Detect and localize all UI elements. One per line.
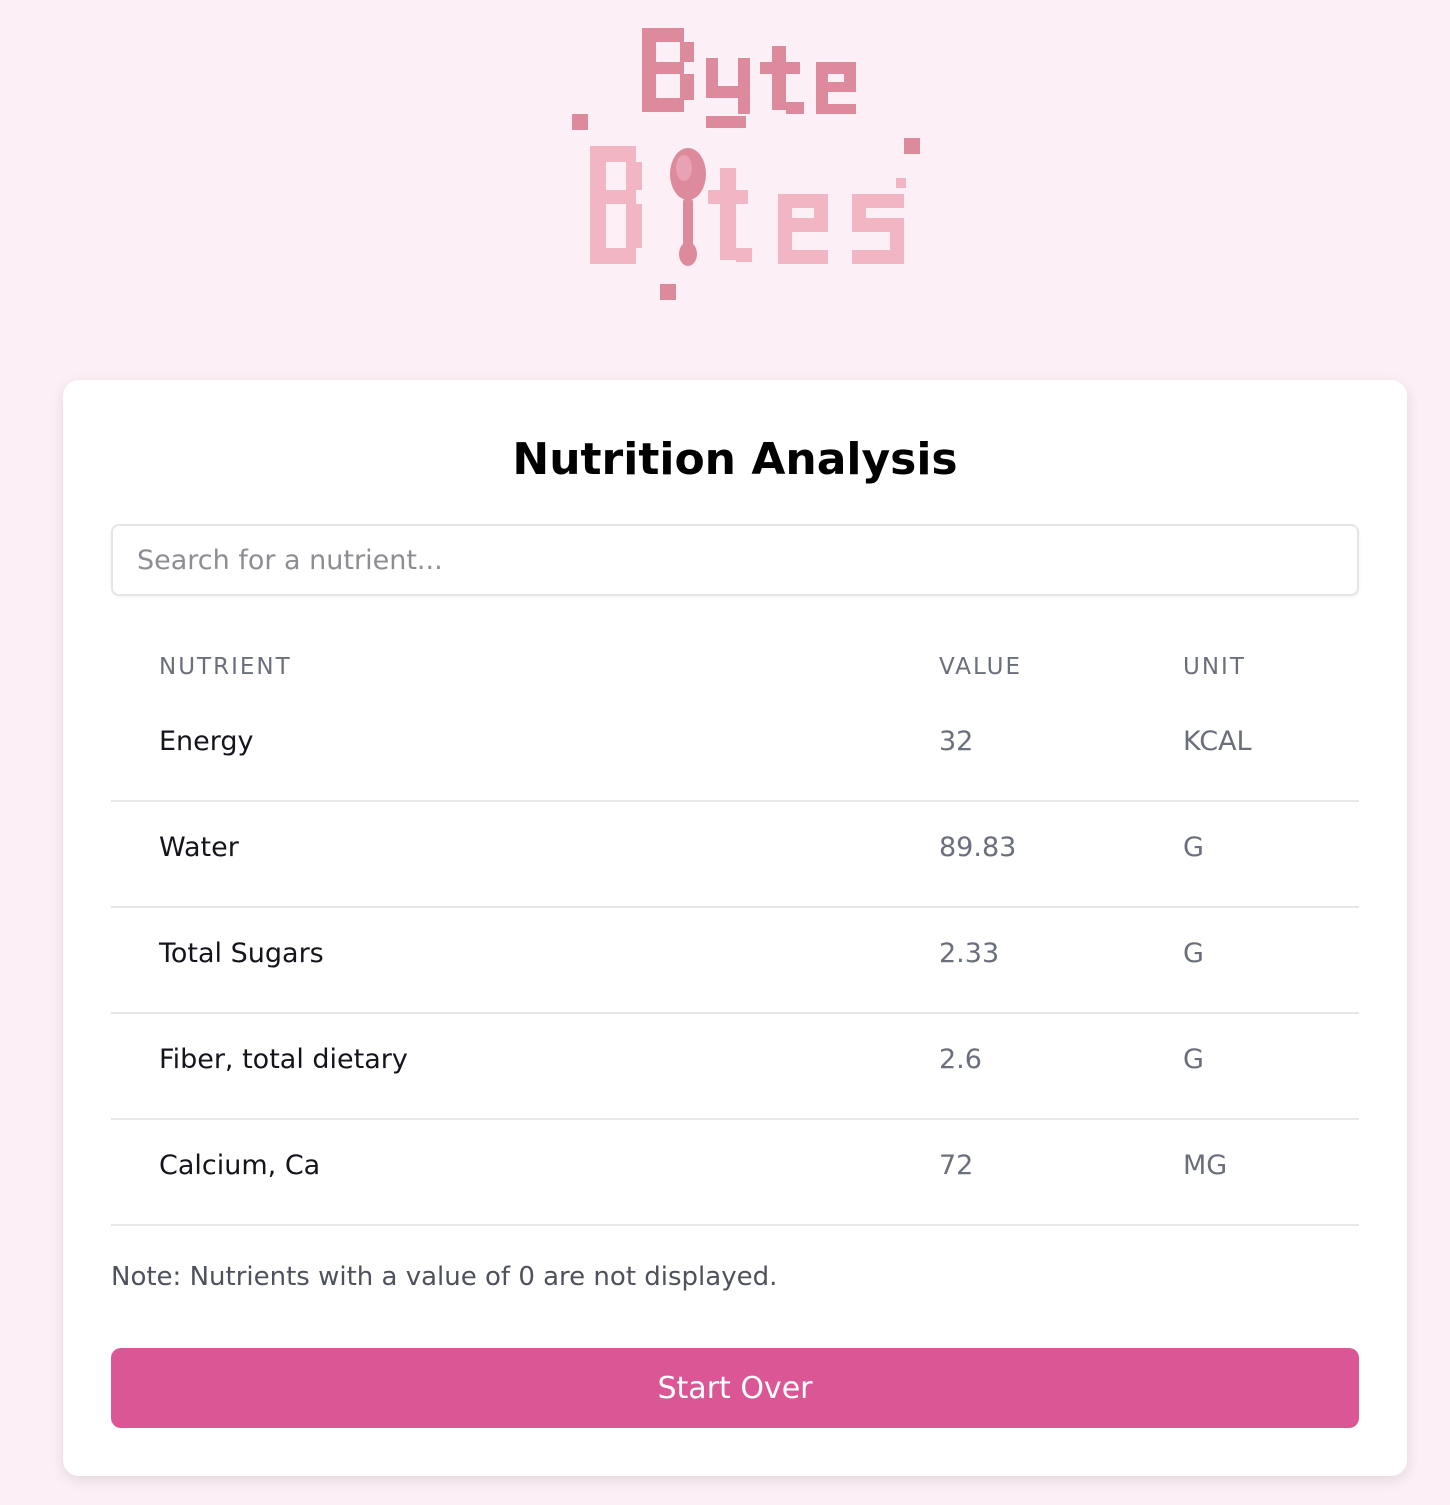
nutrient-unit: KCAL [1183, 726, 1252, 757]
table-header: NUTRIENT VALUE UNIT [111, 630, 1359, 704]
table-row: Water 89.83 G [111, 802, 1359, 908]
table-row: Calcium, Ca 72 MG [111, 1120, 1359, 1226]
nutrient-unit: G [1183, 938, 1204, 969]
nutrient-value: 89.83 [939, 832, 1017, 863]
nutrient-value: 2.33 [939, 938, 1000, 969]
table-row: Fiber, total dietary 2.6 G [111, 1014, 1359, 1120]
start-over-button[interactable]: Start Over [111, 1348, 1359, 1428]
nutrient-name: Total Sugars [159, 938, 324, 969]
nutrient-name: Fiber, total dietary [159, 1044, 408, 1075]
byte-bites-logo [560, 18, 940, 318]
nutrient-name: Calcium, Ca [159, 1150, 321, 1181]
header-value: VALUE [939, 654, 1023, 680]
nutrient-unit: G [1183, 1044, 1204, 1075]
nutrient-value: 2.6 [939, 1044, 982, 1075]
search-input[interactable] [111, 524, 1359, 596]
nutrition-table: NUTRIENT VALUE UNIT Energy 32 KCAL Water… [111, 630, 1359, 1226]
header-nutrient: NUTRIENT [159, 654, 292, 680]
nutrient-name: Energy [159, 726, 254, 757]
nutrient-name: Water [159, 832, 239, 863]
zero-value-note: Note: Nutrients with a value of 0 are no… [111, 1262, 778, 1292]
nutrient-value: 72 [939, 1150, 974, 1181]
table-row: Total Sugars 2.33 G [111, 908, 1359, 1014]
nutrient-unit: MG [1183, 1150, 1228, 1181]
page-title: Nutrition Analysis [512, 434, 958, 485]
header-unit: UNIT [1183, 654, 1246, 680]
nutrient-value: 32 [939, 726, 974, 757]
nutrition-card: Nutrition Analysis NUTRIENT VALUE UNIT E… [63, 380, 1407, 1476]
nutrient-unit: G [1183, 832, 1204, 863]
table-row: Energy 32 KCAL [111, 704, 1359, 802]
logo-graphic [572, 28, 920, 300]
spoon-icon [670, 148, 706, 266]
